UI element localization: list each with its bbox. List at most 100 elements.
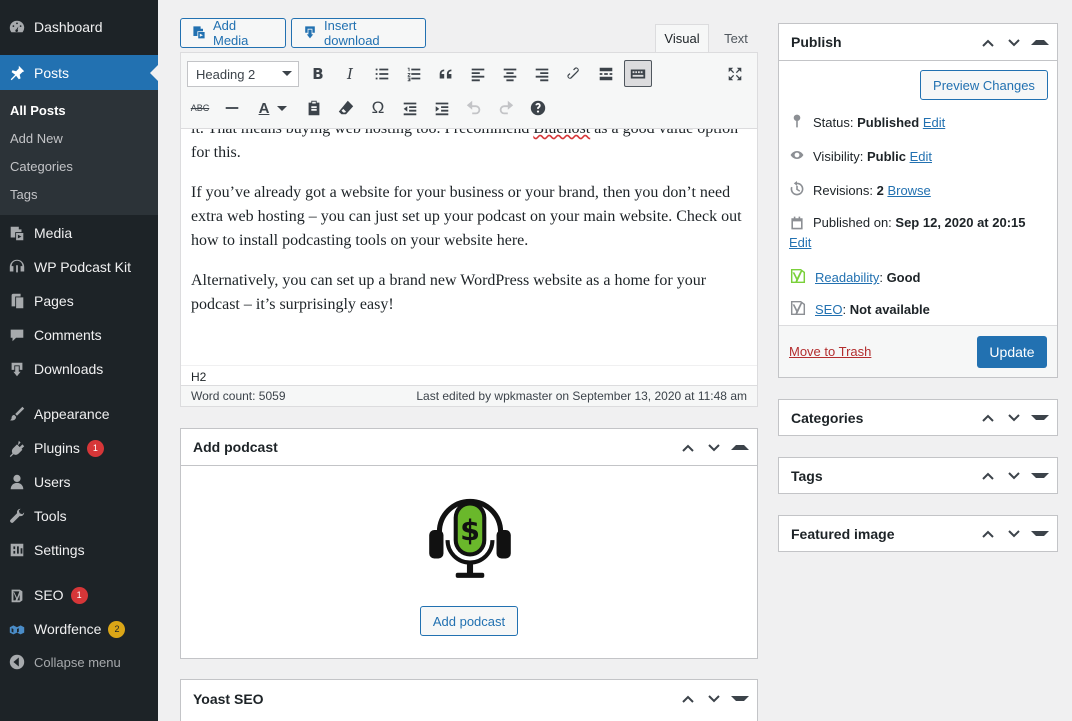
svg-text:$: $ [460,513,480,547]
yoast-icon [0,586,34,604]
box-header[interactable]: Featured image [779,516,1057,551]
move-to-trash-link[interactable]: Move to Trash [789,344,871,359]
readability-link[interactable]: Readability [815,270,879,285]
posts-submenu: All Posts Add New Categories Tags [0,90,158,215]
menu-posts[interactable]: Posts [0,55,158,90]
tab-visual[interactable]: Visual [655,24,709,52]
move-up-icon[interactable] [979,469,997,483]
move-down-icon[interactable] [1005,527,1023,541]
add-podcast-button[interactable]: Add podcast [420,606,518,636]
menu-appearance[interactable]: Appearance [0,397,158,431]
box-header[interactable]: Tags [779,458,1057,493]
move-up-icon[interactable] [679,441,697,455]
menu-downloads[interactable]: Downloads [0,352,158,386]
menu-settings[interactable]: Settings [0,533,158,567]
box-title: Yoast SEO [193,690,264,707]
strikethrough-button[interactable]: ABC [187,95,213,121]
update-button[interactable]: Update [977,336,1047,368]
clear-formatting-button[interactable] [333,95,359,121]
toggle-panel-icon[interactable] [1031,468,1049,483]
element-path[interactable]: H2 [181,365,757,385]
menu-label: Dashboard [34,19,103,35]
menu-label: Wordfence [34,621,102,637]
move-up-icon[interactable] [979,527,997,541]
submenu-tags[interactable]: Tags [10,187,37,202]
submenu-categories[interactable]: Categories [10,159,73,174]
collapse-menu-button[interactable]: Collapse menu [0,645,158,679]
align-center-button[interactable] [497,61,523,87]
preview-changes-button[interactable]: Preview Changes [920,70,1048,100]
align-right-button[interactable] [529,61,555,87]
move-up-icon[interactable] [979,36,997,50]
read-more-button[interactable] [593,61,619,87]
menu-label: Appearance [34,406,110,422]
menu-media[interactable]: Media [0,216,158,250]
edit-status-link[interactable]: Edit [923,115,945,130]
editor-content[interactable]: it. That means buying web hosting too. I… [181,129,757,365]
readability-good-icon [789,267,807,288]
move-down-icon[interactable] [705,441,723,455]
fullscreen-button[interactable] [722,61,748,87]
box-controls [979,516,1049,551]
comment-icon [0,326,34,344]
menu-plugins[interactable]: Plugins 1 [0,431,158,465]
indent-button[interactable] [429,95,455,121]
add-media-button[interactable]: Add Media [180,18,286,48]
italic-button[interactable]: I [337,61,363,87]
status-row: Status: Published Edit [789,113,945,132]
paste-text-button[interactable] [301,95,327,121]
menu-seo[interactable]: SEO 1 [0,578,158,612]
undo-button[interactable] [461,95,487,121]
toggle-panel-icon[interactable] [1031,35,1049,50]
toolbar-toggle-button[interactable] [624,60,652,87]
menu-wordfence[interactable]: Wordfence 2 [0,612,158,646]
seo-notification-badge: 1 [70,586,88,604]
toggle-panel-icon[interactable] [1031,526,1049,541]
bulleted-list-button[interactable] [369,61,395,87]
insert-download-button[interactable]: Insert download [291,18,426,48]
move-up-icon[interactable] [679,692,697,706]
move-down-icon[interactable] [705,692,723,706]
menu-comments[interactable]: Comments [0,318,158,352]
move-down-icon[interactable] [1005,469,1023,483]
text-color-dropdown[interactable] [275,95,289,121]
edit-visibility-link[interactable]: Edit [910,149,932,164]
move-down-icon[interactable] [1005,411,1023,425]
menu-tools[interactable]: Tools [0,499,158,533]
toggle-panel-icon[interactable] [731,691,749,706]
menu-users[interactable]: Users [0,465,158,499]
special-character-button[interactable]: Ω [365,95,391,121]
move-down-icon[interactable] [1005,36,1023,50]
box-controls [979,400,1049,435]
box-header[interactable]: Categories [779,400,1057,435]
menu-wp-podcast-kit[interactable]: WP Podcast Kit [0,250,158,284]
outdent-button[interactable] [397,95,423,121]
format-select[interactable]: Heading 2 [187,61,299,87]
menu-pages[interactable]: Pages [0,284,158,318]
link-icon[interactable] [561,61,587,87]
horizontal-line-button[interactable] [219,95,245,121]
move-up-icon[interactable] [979,411,997,425]
help-icon[interactable] [525,95,551,121]
collapse-arrow-icon [0,653,34,671]
bold-button[interactable]: B [305,61,331,87]
menu-dashboard[interactable]: Dashboard [0,10,158,44]
submenu-all-posts[interactable]: All Posts [10,103,66,118]
redo-button[interactable] [493,95,519,121]
box-title: Tags [791,467,823,484]
text-color-button[interactable]: A [251,95,277,121]
edit-date-link[interactable]: Edit [789,235,811,250]
toggle-panel-icon[interactable] [1031,410,1049,425]
toggle-panel-icon[interactable] [731,440,749,455]
submenu-add-new[interactable]: Add New [10,131,63,146]
browse-revisions-link[interactable]: Browse [887,183,930,198]
align-left-button[interactable] [465,61,491,87]
tab-text[interactable]: Text [713,24,759,52]
admin-menu: Dashboard Posts All Posts Add New Catego… [0,0,158,721]
seo-row: SEO: Not available [789,299,930,320]
seo-link[interactable]: SEO [815,302,842,317]
box-title: Featured image [791,525,895,542]
revisions-value: 2 [876,183,884,198]
numbered-list-button[interactable] [401,61,427,87]
blockquote-button[interactable] [433,61,459,87]
